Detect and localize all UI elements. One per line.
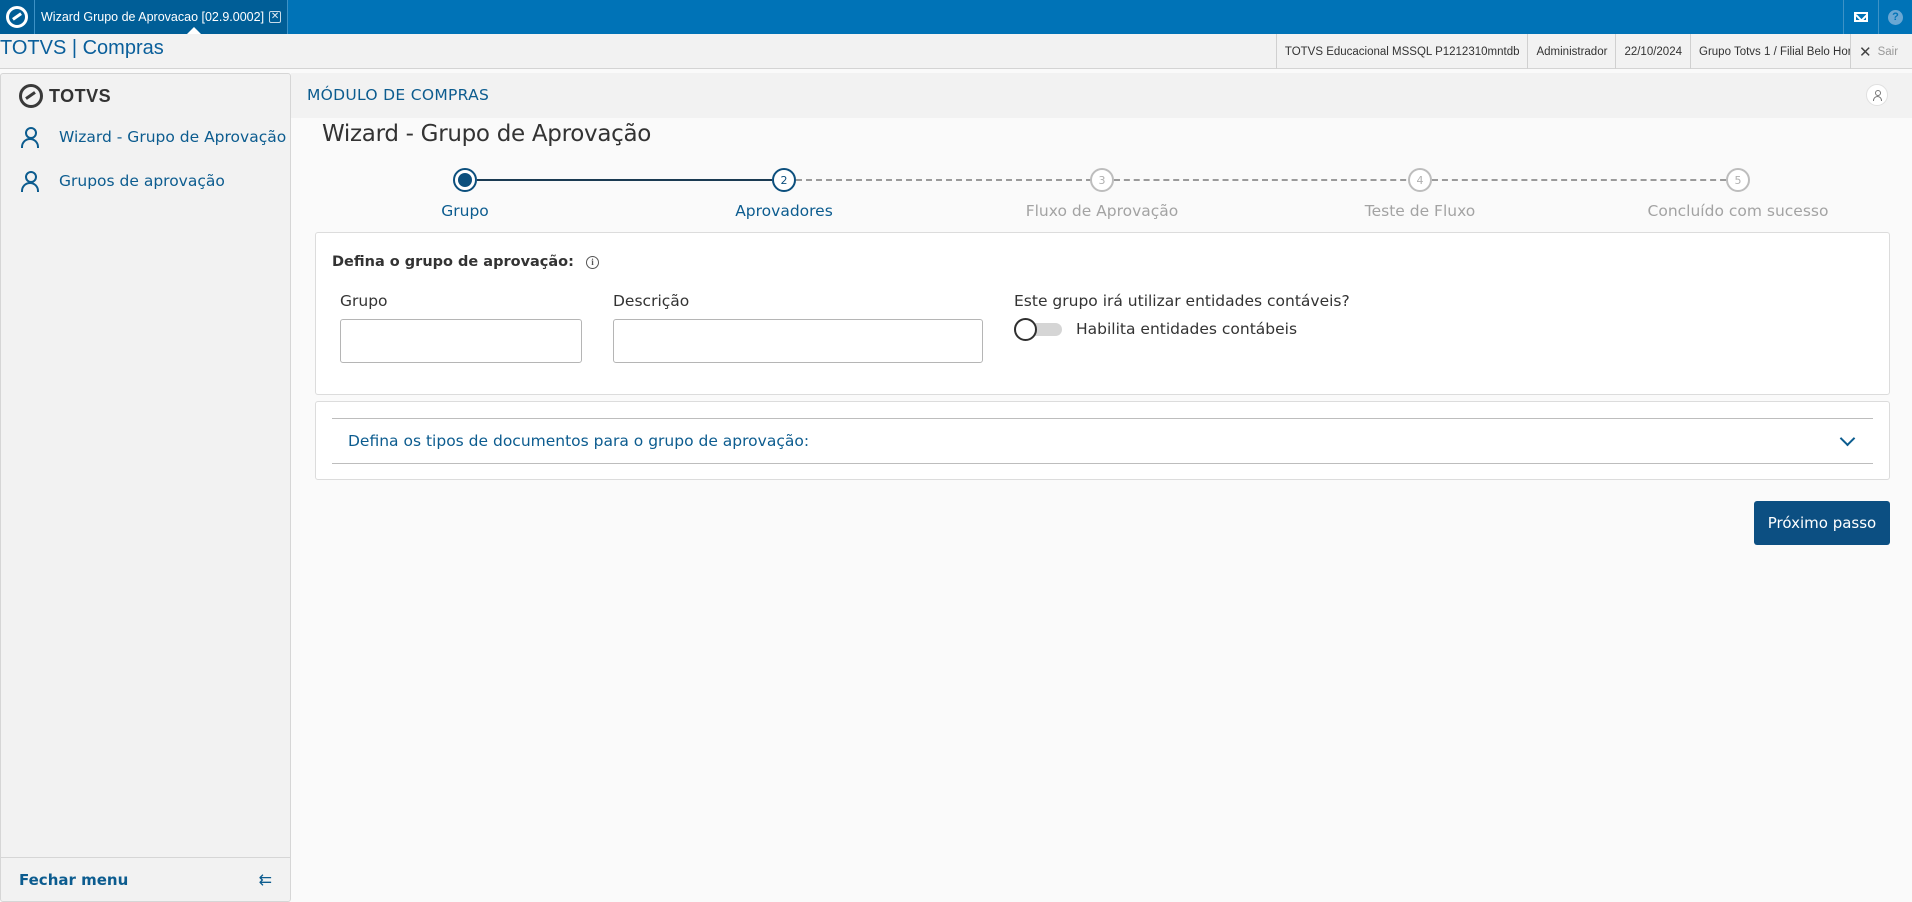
user-profile-button[interactable]: [1866, 84, 1888, 106]
entities-toggle-label: Habilita entidades contábeis: [1076, 320, 1298, 338]
module-title: MÓDULO DE COMPRAS: [307, 86, 490, 104]
toggle-knob: [1014, 318, 1037, 341]
info-icon[interactable]: i: [585, 255, 599, 269]
step-3-label: Fluxo de Aprovação: [1025, 202, 1179, 220]
entities-toggle[interactable]: [1014, 318, 1062, 341]
mail-icon: [1853, 12, 1868, 22]
stepper-connector-done: [477, 179, 772, 181]
logout-button[interactable]: ✕ Sair: [1850, 34, 1912, 69]
step-2-label: Aprovadores: [735, 202, 833, 220]
collapse-menu-icon: ⇇: [258, 870, 272, 889]
chevron-down-icon: [1839, 430, 1856, 446]
active-tab-indicator: [187, 27, 201, 34]
help-button[interactable]: ?: [1878, 0, 1912, 34]
entities-question: Este grupo irá utilizar entidades contáv…: [1014, 292, 1350, 310]
person-icon: [21, 127, 39, 148]
user-info: Administrador: [1527, 34, 1615, 69]
step-1-label: Grupo: [441, 202, 489, 220]
help-icon: ?: [1888, 9, 1903, 25]
group-definition-card: Defina o grupo de aprovação: i Grupo Des…: [315, 232, 1890, 395]
close-menu-label: Fechar menu: [19, 870, 129, 889]
person-icon: [21, 171, 39, 192]
close-icon: ✕: [1859, 43, 1872, 61]
close-icon[interactable]: ✕: [269, 11, 282, 23]
window-tab-wizard[interactable]: Wizard Grupo de Aprovacao [02.9.0002] ✕: [34, 0, 288, 34]
brand-name: TOTVS: [49, 85, 112, 106]
sidebar-item-grupos[interactable]: Grupos de aprovação: [21, 171, 225, 192]
close-menu-button[interactable]: Fechar menu ⇇: [1, 857, 290, 901]
documents-accordion-label: Defina os tipos de documentos para o gru…: [348, 432, 810, 450]
descricao-input[interactable]: [613, 319, 983, 363]
window-tab-bar: Wizard Grupo de Aprovacao [02.9.0002] ✕ …: [0, 0, 1912, 34]
descricao-label: Descrição: [613, 292, 690, 310]
sidebar-item-wizard[interactable]: Wizard - Grupo de Aprovação: [21, 127, 287, 148]
step-3-indicator[interactable]: 3: [1090, 168, 1114, 192]
entities-toggle-row: Habilita entidades contábeis: [1014, 318, 1298, 341]
stepper-connector: [796, 179, 1102, 181]
documents-card: Defina os tipos de documentos para o gru…: [315, 401, 1890, 480]
date-info: 22/10/2024: [1615, 34, 1690, 69]
window-tab-label: Wizard Grupo de Aprovacao [02.9.0002]: [41, 10, 265, 24]
step-4-indicator[interactable]: 4: [1408, 168, 1432, 192]
app-title: TOTVS | Compras: [0, 37, 164, 59]
step-done-dot: [458, 173, 472, 187]
sidebar-menu: TOTVS Wizard - Grupo de Aprovação Grupos…: [0, 73, 291, 902]
grupo-label: Grupo: [340, 292, 388, 310]
session-info-bar: TOTVS | Compras TOTVS Educacional MSSQL …: [0, 34, 1912, 69]
documents-accordion[interactable]: Defina os tipos de documentos para o gru…: [332, 418, 1873, 464]
logout-label: Sair: [1877, 45, 1899, 58]
group-definition-title: Defina o grupo de aprovação:: [332, 254, 574, 270]
step-2-indicator[interactable]: 2: [772, 168, 796, 192]
grupo-input[interactable]: [340, 319, 582, 363]
module-header: MÓDULO DE COMPRAS: [291, 73, 1912, 118]
step-5-indicator[interactable]: 5: [1726, 168, 1750, 192]
user-icon: [1872, 90, 1882, 101]
step-4-label: Teste de Fluxo: [1364, 202, 1476, 220]
sidebar-item-label: Grupos de aprovação: [59, 172, 225, 190]
page-title: Wizard - Grupo de Aprovação: [322, 121, 652, 147]
step-1-indicator[interactable]: [453, 168, 477, 192]
branch-info: Grupo Totvs 1 / Filial Belo Hor: [1690, 34, 1850, 69]
totvs-logo-icon: [19, 84, 43, 108]
totvs-logo-icon: [6, 6, 28, 28]
step-5-label: Concluído com sucesso: [1647, 202, 1829, 220]
environment-info: TOTVS Educacional MSSQL P1212310mntdb: [1275, 34, 1528, 69]
stepper-connector: [1114, 179, 1416, 181]
stepper-connector: [1432, 179, 1736, 181]
group-definition-heading: Defina o grupo de aprovação: i: [332, 254, 599, 270]
sidebar-item-label: Wizard - Grupo de Aprovação: [59, 128, 287, 146]
totvs-logo-button[interactable]: [0, 0, 34, 34]
sidebar-brand: TOTVS: [19, 84, 111, 108]
next-step-button[interactable]: Próximo passo: [1754, 501, 1890, 545]
messages-button[interactable]: [1843, 0, 1877, 34]
